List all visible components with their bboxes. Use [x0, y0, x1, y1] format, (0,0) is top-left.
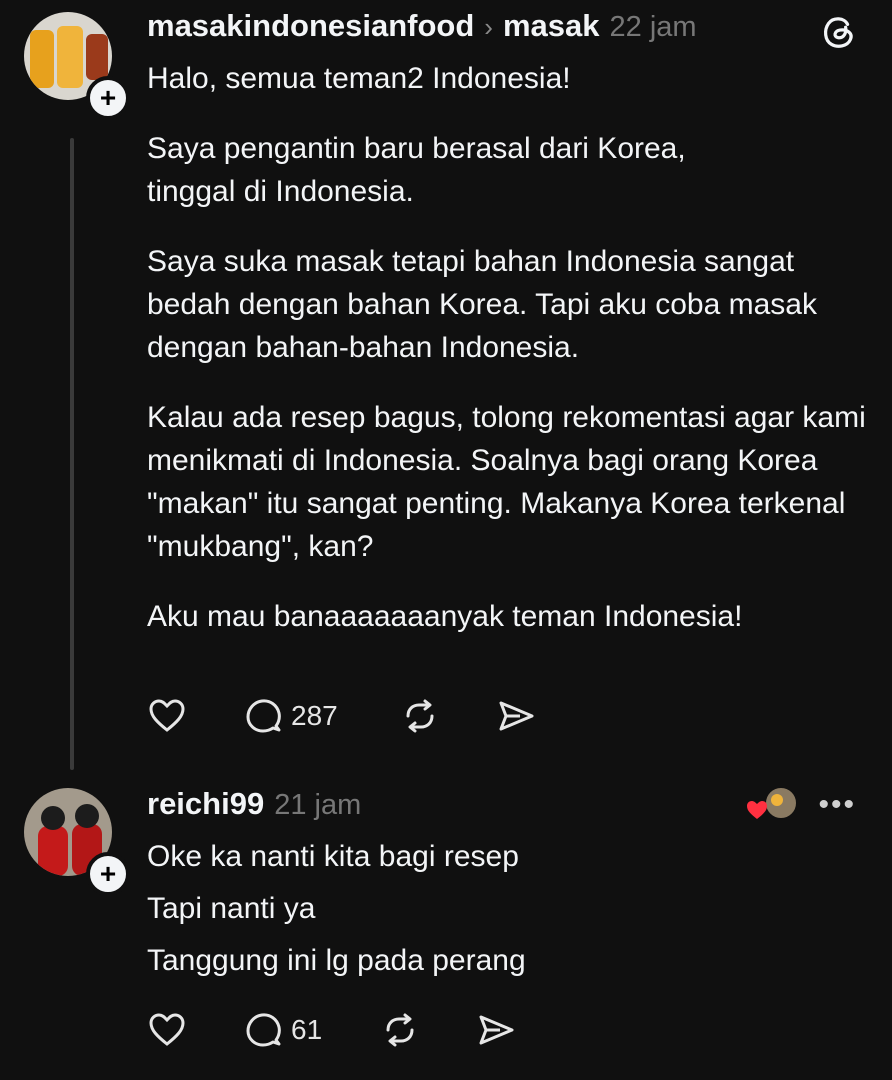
reply-body: Oke ka nanti kita bagi resep Tapi nanti …: [147, 835, 867, 991]
heart-icon: [149, 699, 185, 732]
follow-post-author-button[interactable]: +: [86, 76, 130, 120]
thread-connector-line: [70, 138, 74, 770]
comment-icon: [246, 1013, 281, 1047]
post-paragraph: Kalau ada resep bagus, tolong rekomentas…: [147, 401, 866, 563]
share-button[interactable]: [476, 1010, 516, 1050]
repost-icon: [406, 699, 434, 733]
post-header: masakindonesianfood › masak 22 jam: [147, 8, 697, 44]
follow-reply-author-button[interactable]: +: [86, 852, 130, 896]
reply-username[interactable]: reichi99: [147, 786, 264, 822]
reply-button[interactable]: 61: [243, 1010, 380, 1050]
reply-line: Tapi nanti ya: [147, 892, 316, 925]
share-icon: [479, 1015, 514, 1045]
reply-line: Oke ka nanti kita bagi resep: [147, 840, 519, 873]
repost-button[interactable]: [400, 696, 496, 736]
share-button[interactable]: [496, 696, 536, 736]
reply-line: Tanggung ini lg pada perang: [147, 944, 526, 977]
share-icon: [499, 701, 534, 731]
repost-button[interactable]: [380, 1010, 476, 1050]
post-time: 22 jam: [609, 11, 697, 43]
reply-actions: 61: [147, 1010, 516, 1050]
reply-count: 287: [291, 700, 338, 731]
reply-header: reichi99 21 jam: [147, 786, 361, 822]
reply-button[interactable]: 287: [243, 696, 400, 736]
reply-time: 21 jam: [274, 789, 362, 821]
post-username[interactable]: masakindonesianfood: [147, 8, 474, 44]
community-separator: ›: [484, 12, 493, 42]
post-paragraph: Saya suka masak tetapi bahan Indonesia s…: [147, 245, 817, 364]
community-name[interactable]: masak: [503, 8, 600, 44]
post-paragraph: Saya pengantin baru berasal dari Korea, …: [147, 132, 686, 208]
threads-logo-icon[interactable]: [820, 12, 858, 50]
post-actions: 287: [147, 696, 536, 736]
repost-icon: [386, 1013, 414, 1047]
post-body: Halo, semua teman2 Indonesia! Saya penga…: [147, 57, 867, 665]
more-options-button[interactable]: •••: [818, 788, 856, 822]
post-paragraph: Halo, semua teman2 Indonesia!: [147, 62, 571, 95]
like-button[interactable]: [147, 696, 243, 736]
post-paragraph: Aku mau banaaaaaaanyak teman Indonesia!: [147, 600, 743, 633]
reply-count: 61: [291, 1014, 323, 1045]
liked-by-author-icon: [747, 786, 798, 820]
like-button[interactable]: [147, 1010, 243, 1050]
heart-icon: [149, 1013, 185, 1046]
comment-icon: [246, 699, 281, 733]
